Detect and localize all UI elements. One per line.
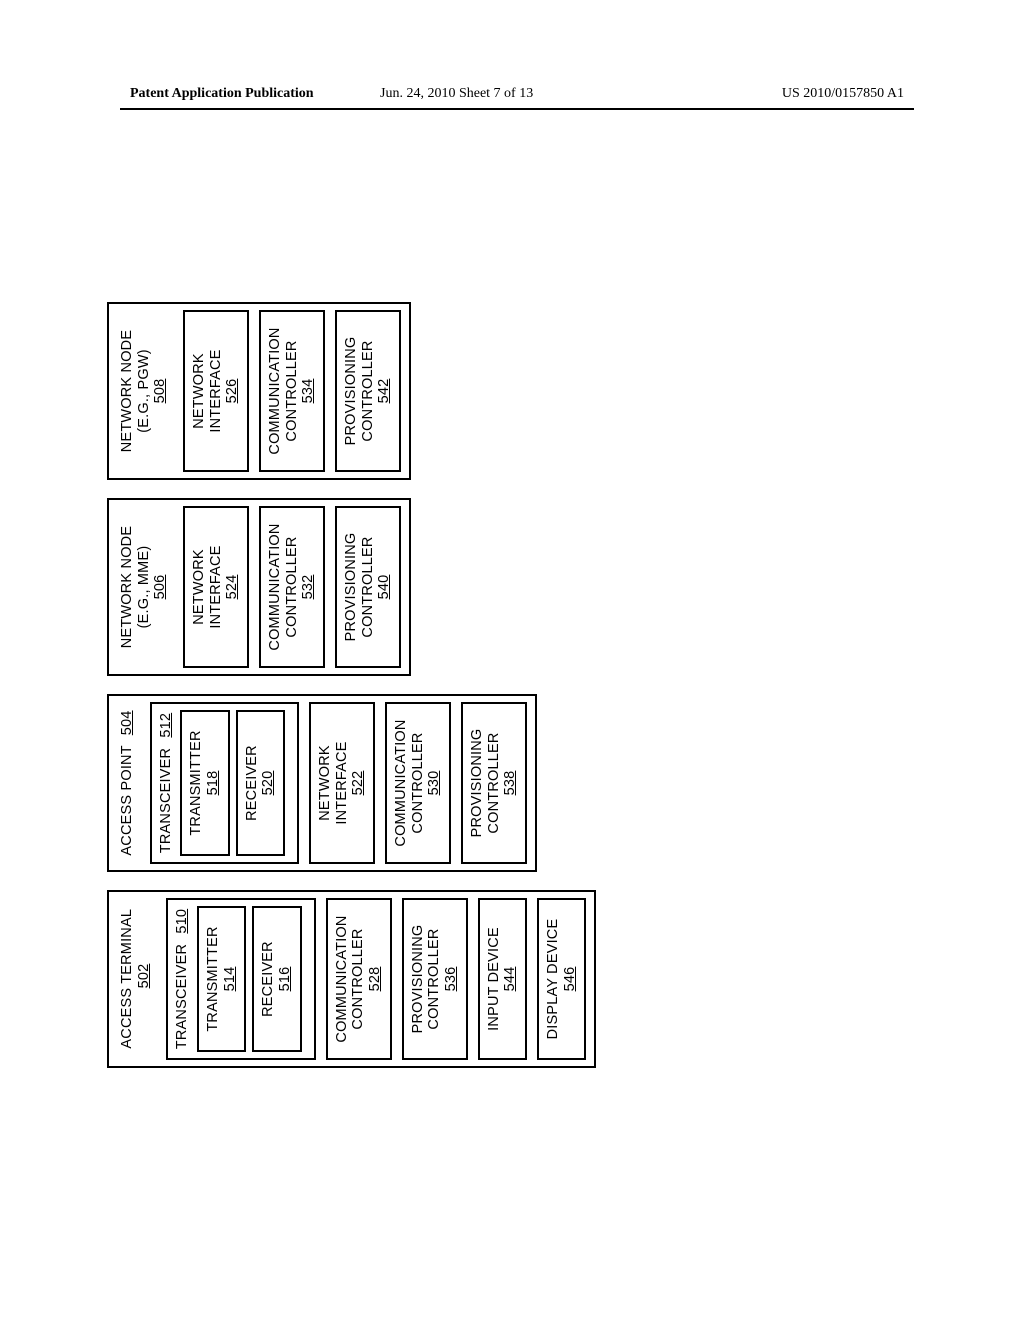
network-node-mme-title: NETWORK NODE (E.G., MME) 506 xyxy=(119,506,169,668)
title-text: ACCESS POINT xyxy=(119,745,135,855)
header-rule xyxy=(120,108,914,110)
ref: 530 xyxy=(426,771,442,796)
access-terminal-title: ACCESS TERMINAL 502 xyxy=(119,898,152,1060)
label: PROVISIONING CONTROLLER xyxy=(343,533,376,642)
transceiver-title: TRANSCEIVER 510 xyxy=(174,904,191,1054)
network-interface-box: NETWORK INTERFACE 524 xyxy=(183,506,249,668)
label: RECEIVER xyxy=(260,941,276,1017)
ref: 536 xyxy=(443,967,459,992)
communication-controller-box: COMMUNICATION CONTROLLER 530 xyxy=(385,702,451,864)
provisioning-controller-box: PROVISIONING CONTROLLER 538 xyxy=(461,702,527,864)
title-text: NETWORK NODE (E.G., PGW) xyxy=(119,330,152,452)
ref: 518 xyxy=(205,771,221,796)
provisioning-controller-box: PROVISIONING CONTROLLER 542 xyxy=(335,310,401,472)
header-center: Jun. 24, 2010 Sheet 7 of 13 xyxy=(380,86,533,102)
label: TRANSCEIVER xyxy=(158,748,174,853)
label: PROVISIONING CONTROLLER xyxy=(410,925,443,1034)
ref: 512 xyxy=(158,713,174,738)
network-node-pgw-title: NETWORK NODE (E.G., PGW) 508 xyxy=(119,310,169,472)
ref: 516 xyxy=(277,967,293,992)
label: DISPLAY DEVICE xyxy=(545,919,561,1040)
page: Patent Application Publication Jun. 24, … xyxy=(0,0,1024,1320)
label: COMMUNICATION CONTROLLER xyxy=(393,719,426,846)
ref: 538 xyxy=(502,771,518,796)
access-terminal-box: ACCESS TERMINAL 502 TRANSCEIVER 510 TRAN… xyxy=(107,890,596,1068)
display-device-box: DISPLAY DEVICE 546 xyxy=(537,898,586,1060)
ref: 542 xyxy=(376,379,392,404)
network-interface-box: NETWORK INTERFACE 522 xyxy=(309,702,375,864)
title-ref: 504 xyxy=(119,710,135,735)
label: PROVISIONING CONTROLLER xyxy=(469,729,502,838)
label: INPUT DEVICE xyxy=(486,927,502,1031)
ref: 544 xyxy=(502,967,518,992)
ref: 514 xyxy=(222,967,238,992)
ref: 524 xyxy=(224,575,240,600)
ref: 510 xyxy=(174,909,190,934)
label: COMMUNICATION CONTROLLER xyxy=(267,327,300,454)
header-left: Patent Application Publication xyxy=(130,86,314,102)
network-node-pgw-box: NETWORK NODE (E.G., PGW) 508 NETWORK INT… xyxy=(107,302,411,480)
ref: 540 xyxy=(376,575,392,600)
ref: 534 xyxy=(300,379,316,404)
ref: 546 xyxy=(562,967,578,992)
figure-5-diagram: ACCESS TERMINAL 502 TRANSCEIVER 510 TRAN… xyxy=(0,293,1024,1077)
header-right: US 2010/0157850 A1 xyxy=(782,86,904,102)
label: NETWORK INTERFACE xyxy=(317,741,350,824)
page-header: Patent Application Publication Jun. 24, … xyxy=(0,86,1024,106)
title-ref: 502 xyxy=(136,964,152,989)
label: COMMUNICATION CONTROLLER xyxy=(334,915,367,1042)
network-node-mme-box: NETWORK NODE (E.G., MME) 506 NETWORK INT… xyxy=(107,498,411,676)
communication-controller-box: COMMUNICATION CONTROLLER 534 xyxy=(259,310,325,472)
ref: 522 xyxy=(350,771,366,796)
title-ref: 506 xyxy=(152,575,168,600)
label: NETWORK INTERFACE xyxy=(191,349,224,432)
transmitter-box: TRANSMITTER 514 xyxy=(197,906,246,1052)
input-device-box: INPUT DEVICE 544 xyxy=(478,898,527,1060)
label: TRANSCEIVER xyxy=(174,944,190,1049)
communication-controller-box: COMMUNICATION CONTROLLER 532 xyxy=(259,506,325,668)
receiver-box: RECEIVER 516 xyxy=(252,906,301,1052)
title-text: NETWORK NODE (E.G., MME) xyxy=(119,526,152,648)
provisioning-controller-box: PROVISIONING CONTROLLER 536 xyxy=(402,898,468,1060)
transmitter-box: TRANSMITTER 518 xyxy=(180,710,229,856)
ref: 532 xyxy=(300,575,316,600)
label: RECEIVER xyxy=(244,745,260,821)
communication-controller-box: COMMUNICATION CONTROLLER 528 xyxy=(326,898,392,1060)
transceiver-title: TRANSCEIVER 512 xyxy=(158,708,175,858)
label: COMMUNICATION CONTROLLER xyxy=(267,523,300,650)
ref: 526 xyxy=(224,379,240,404)
access-point-box: ACCESS POINT 504 TRANSCEIVER 512 TRANSMI… xyxy=(107,694,537,872)
ref: 528 xyxy=(367,967,383,992)
ref: 520 xyxy=(260,771,276,796)
access-point-title: ACCESS POINT 504 xyxy=(119,702,136,864)
label: TRANSMITTER xyxy=(188,730,204,835)
provisioning-controller-box: PROVISIONING CONTROLLER 540 xyxy=(335,506,401,668)
network-interface-box: NETWORK INTERFACE 526 xyxy=(183,310,249,472)
label: NETWORK INTERFACE xyxy=(191,545,224,628)
title-text: ACCESS TERMINAL xyxy=(119,909,135,1048)
transceiver-box: TRANSCEIVER 512 TRANSMITTER 518 RECEIVER… xyxy=(150,702,299,864)
label: TRANSMITTER xyxy=(205,926,221,1031)
transceiver-box: TRANSCEIVER 510 TRANSMITTER 514 RECEIVER… xyxy=(166,898,315,1060)
title-ref: 508 xyxy=(152,379,168,404)
label: PROVISIONING CONTROLLER xyxy=(343,337,376,446)
receiver-box: RECEIVER 520 xyxy=(236,710,285,856)
